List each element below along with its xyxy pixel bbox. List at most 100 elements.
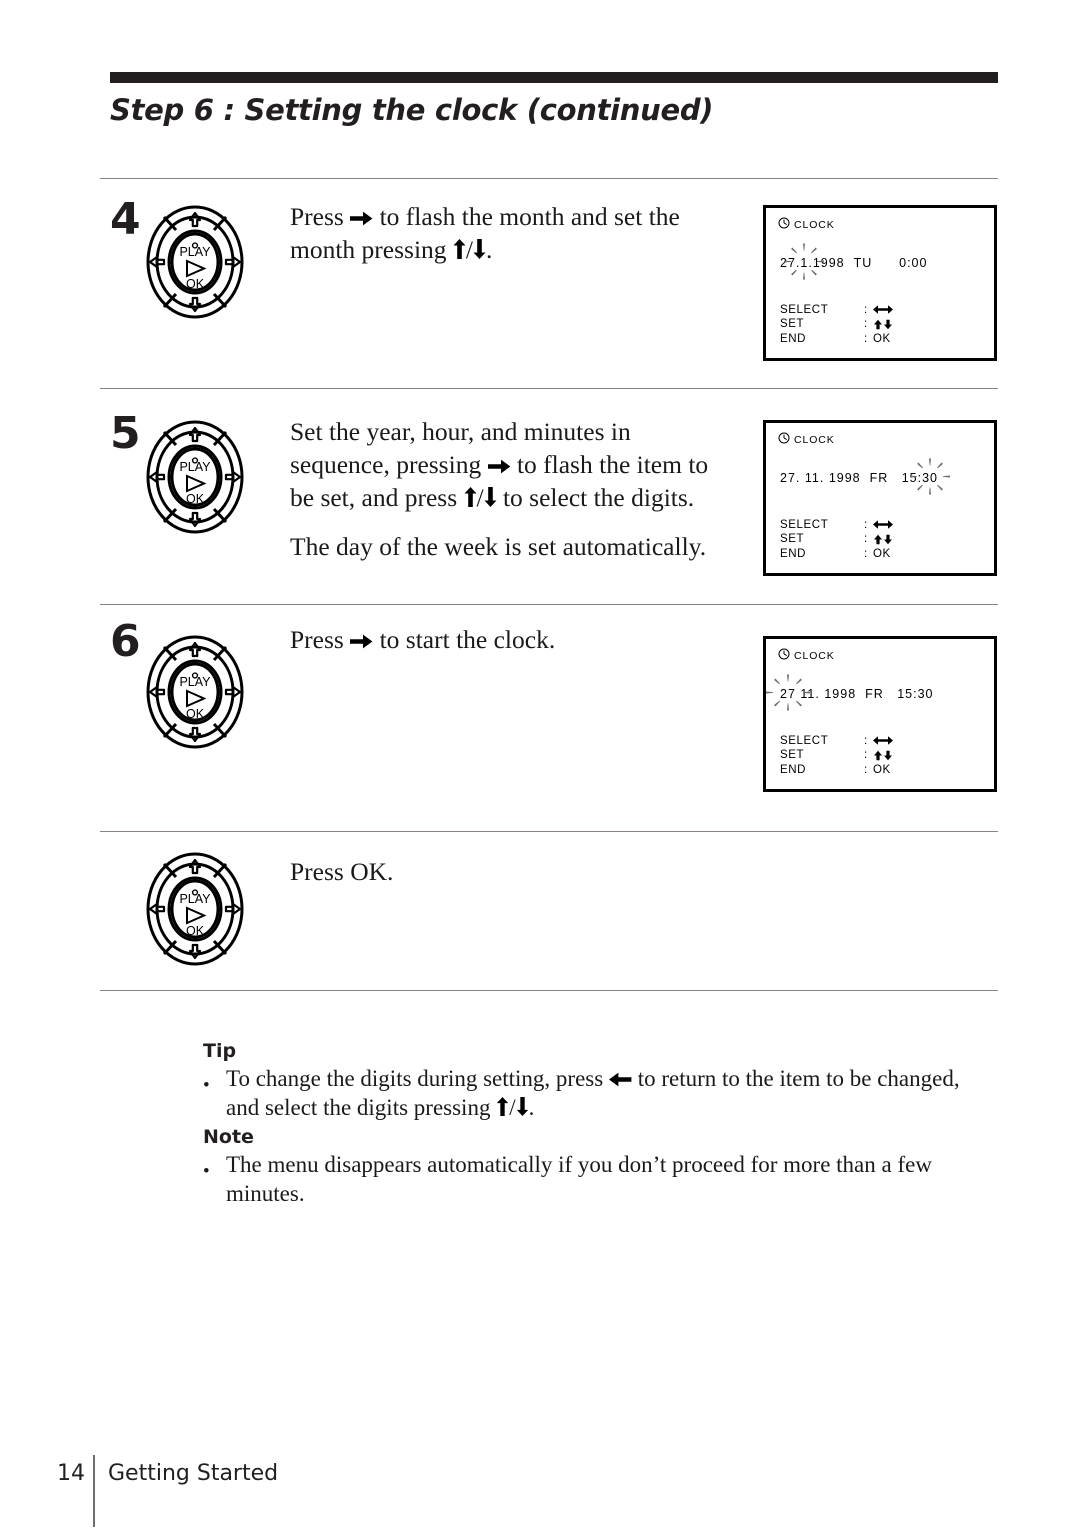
step-text-6: Press to start the clock.: [290, 623, 730, 656]
osd-key-colon: :: [864, 763, 868, 776]
note-heading: Note: [203, 1126, 254, 1148]
osd-hour: 0: [899, 256, 908, 270]
osd-key-label-set: SET: [780, 318, 805, 330]
osd-minute-flashing: 30: [910, 458, 951, 495]
svg-text:PLAY: PLAY: [179, 675, 211, 689]
osd-key-legend-5: SELECT: SET: END: OK: [780, 518, 893, 562]
osd-key-colon: :: [864, 749, 868, 761]
osd-weekday: FR: [865, 687, 884, 701]
tip-line-1-a: To change the digits during setting, pre…: [226, 1066, 609, 1091]
footer-page-number: 14: [57, 1461, 85, 1486]
osd-day-flashing: 27: [765, 674, 810, 711]
section-divider-bottom: [100, 990, 998, 991]
section-divider-6-ok: [100, 831, 998, 832]
section-divider-top: [100, 178, 998, 179]
osd-key-colon: :: [864, 518, 868, 531]
tip-line-1: To change the digits during setting, pre…: [226, 1066, 960, 1091]
dpad-control-step-6[interactable]: PLAY OK: [145, 633, 245, 751]
left-right-arrows-icon: [873, 734, 893, 749]
down-arrow-icon: [484, 487, 497, 507]
step-text-4: Press to flash the month and set the mon…: [290, 200, 720, 266]
osd-title-label: CLOCK: [794, 218, 835, 231]
svg-text:OK: OK: [186, 707, 205, 721]
osd-key-label-end: END: [780, 332, 807, 345]
tip-line-2-c: .: [528, 1095, 535, 1120]
osd-day-value: 27: [780, 687, 796, 701]
osd-key-colon: :: [864, 533, 868, 545]
up-down-arrows-icon: [873, 317, 893, 332]
dpad-control-press-ok[interactable]: PLAY OK: [145, 850, 245, 968]
osd-title-row: CLOCK: [778, 217, 835, 232]
osd-key-label-select: SELECT: [780, 518, 829, 531]
footer-rule: [93, 1455, 95, 1527]
step-number-6: 6: [110, 616, 141, 667]
note-line-2: minutes.: [226, 1181, 305, 1206]
left-right-arrows-icon: [873, 518, 893, 533]
osd-key-label-select: SELECT: [780, 734, 829, 747]
osd-minute: 00: [911, 256, 928, 270]
osd-key-label-set: SET: [780, 533, 805, 545]
step-text-5-subnote: The day of the week is set automatically…: [290, 532, 707, 561]
osd-key-colon: :: [864, 332, 868, 345]
down-arrow-icon: [516, 1097, 529, 1116]
tip-heading: Tip: [203, 1040, 237, 1062]
up-arrow-icon: [464, 487, 477, 507]
svg-text:PLAY: PLAY: [179, 245, 211, 259]
osd-key-legend-4: SELECT: SET: END: OK: [780, 303, 893, 347]
osd-key-label-end: END: [780, 547, 807, 560]
osd-title-row: CLOCK: [778, 648, 835, 663]
note-body: The menu disappears automatically if you…: [226, 1150, 986, 1208]
dpad-control-step-5[interactable]: PLAY OK: [145, 418, 245, 536]
svg-text:OK: OK: [186, 277, 205, 291]
osd-weekday: TU: [853, 256, 873, 270]
clock-icon: [778, 648, 790, 663]
left-arrow-icon: [608, 1072, 632, 1087]
osd-key-row-set: SET:: [780, 748, 893, 763]
osd-year: 1998: [824, 687, 857, 701]
osd-key-row-set: SET:: [780, 317, 893, 332]
right-arrow-icon: [350, 634, 373, 649]
osd-sep-1: .: [795, 471, 801, 485]
svg-text:PLAY: PLAY: [179, 892, 211, 906]
note-bullet: •: [203, 1161, 210, 1182]
step-text-6-body: Press to start the clock.: [290, 625, 556, 654]
osd-hour: 15: [897, 687, 914, 701]
right-arrow-icon: [350, 211, 373, 226]
osd-weekday: FR: [869, 471, 889, 485]
section-divider-4-5: [100, 388, 998, 389]
osd-panel-step-4: CLOCK 27. 1.1998 TU 0:00 SELECT: SET: END…: [763, 205, 997, 361]
osd-sep-2: .: [819, 471, 825, 485]
osd-datetime-line-4: 27. 1.1998 TU 0:00: [780, 243, 986, 280]
dpad-control-step-4[interactable]: PLAY OK: [145, 203, 245, 321]
osd-key-label-end: END: [780, 763, 807, 776]
step-text-5-body: Set the year, hour, and minutes in seque…: [290, 417, 709, 512]
osd-month: 11: [800, 687, 816, 701]
up-down-arrows-icon: [873, 532, 893, 547]
osd-key-value-end: OK: [873, 547, 891, 560]
osd-month-value: 1: [800, 256, 809, 270]
step-text-press-ok: Press OK.: [290, 857, 394, 886]
clock-icon: [778, 432, 790, 447]
osd-key-colon: :: [864, 303, 868, 316]
osd-key-row-select: SELECT:: [780, 734, 893, 749]
page-title: Step 6 : Setting the clock (continued): [110, 93, 714, 127]
osd-key-row-end: END: OK: [780, 332, 893, 347]
osd-key-row-select: SELECT:: [780, 518, 893, 533]
tip-line-2: and select the digits pressing /.: [226, 1095, 534, 1120]
tip-body: To change the digits during setting, pre…: [226, 1064, 986, 1122]
osd-hour: 15: [901, 471, 918, 485]
osd-key-label-select: SELECT: [780, 303, 829, 316]
up-arrow-icon: [496, 1097, 509, 1116]
osd-title-label: CLOCK: [794, 649, 835, 662]
step-text-5: Set the year, hour, and minutes in seque…: [290, 415, 735, 563]
right-arrow-icon: [487, 459, 511, 474]
svg-text:OK: OK: [186, 492, 205, 506]
osd-key-value-end: OK: [873, 332, 891, 345]
osd-panel-step-5: CLOCK 27. 11. 1998 FR 15: 30 SELECT: SET:…: [763, 420, 997, 576]
osd-month-flashing: 1: [784, 243, 825, 280]
up-down-arrows-icon: [873, 748, 893, 763]
osd-key-row-select: SELECT:: [780, 303, 893, 318]
tip-line-1-b: to return to the item to be changed,: [631, 1066, 960, 1091]
osd-key-row-end: END: OK: [780, 763, 893, 778]
osd-key-row-set: SET:: [780, 532, 893, 547]
